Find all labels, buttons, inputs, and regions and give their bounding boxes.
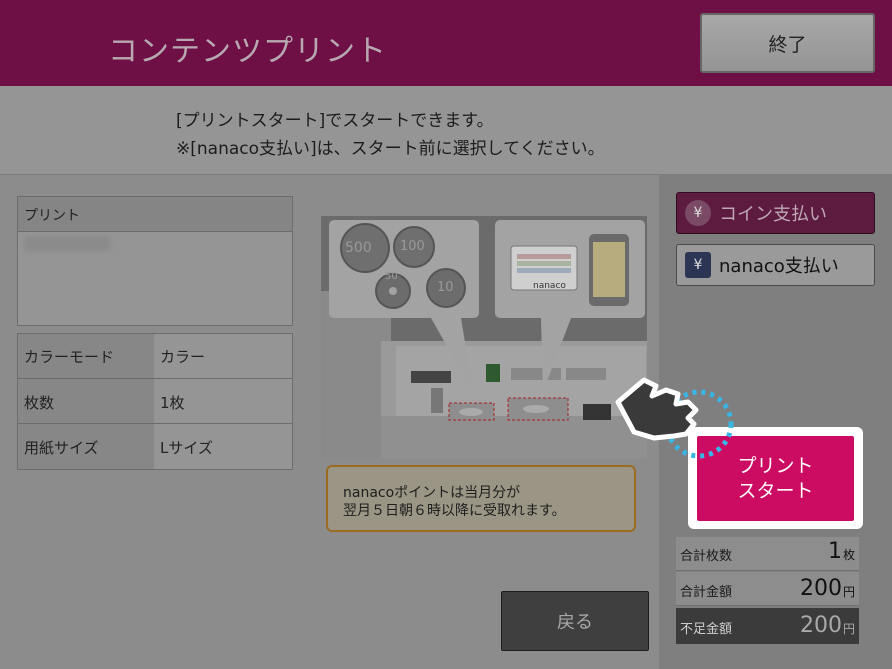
- yen-icon: ¥: [685, 200, 711, 226]
- coin-payment-label: コイン支払い: [719, 204, 827, 225]
- nanaco-payment-button[interactable]: ¥ nanaco支払い: [676, 244, 875, 286]
- coin-500-label: 500: [345, 240, 372, 256]
- coin-10-label: 10: [437, 280, 454, 295]
- end-button[interactable]: 終了: [700, 13, 875, 73]
- total-amount-value: 200: [800, 576, 842, 601]
- total-amount-unit: 円: [843, 585, 856, 599]
- shortage-amount-value: 200: [800, 613, 842, 638]
- paper-size-value: Lサイズ: [160, 439, 213, 457]
- print-list-item-blurred: [24, 236, 110, 251]
- instruction-line-2: ※[nanaco支払い]は、スタート前に選択してください。: [176, 139, 605, 159]
- coin-50-label: 50: [385, 271, 398, 282]
- table-divider: [18, 423, 292, 424]
- nanaco-payment-label: nanaco支払い: [719, 256, 839, 277]
- notice-line-2: 翌月５日朝６時以降に受取れます。: [343, 503, 566, 519]
- coin-100-label: 100: [400, 239, 425, 254]
- table-divider: [18, 378, 292, 379]
- back-button[interactable]: 戻る: [501, 591, 649, 651]
- paper-size-label: 用紙サイズ: [24, 439, 99, 457]
- yen-icon: ¥: [685, 252, 711, 278]
- pointing-hand-icon: [604, 372, 744, 477]
- total-amount-label: 合計金額: [680, 585, 733, 600]
- display-panel: [411, 371, 451, 383]
- print-list-label: プリント: [24, 208, 80, 224]
- shortage-amount-unit: 円: [843, 622, 856, 636]
- total-count-label: 合計枚数: [680, 549, 733, 564]
- color-mode-value: カラー: [160, 348, 206, 366]
- card-label: nanaco: [533, 281, 566, 291]
- color-mode-label: カラーモード: [24, 348, 115, 366]
- start-button-line-2: スタート: [737, 479, 814, 502]
- total-count-unit: 枚: [843, 548, 856, 562]
- coin-payment-button[interactable]: ¥ コイン支払い: [676, 192, 875, 234]
- shortage-amount-label: 不足金額: [680, 622, 733, 637]
- quantity-label: 枚数: [24, 394, 55, 412]
- quantity-value: 1枚: [160, 394, 185, 412]
- total-count-value: 1: [828, 539, 842, 564]
- page-title: コンテンツプリント: [108, 34, 387, 69]
- start-button-line-1: プリント: [737, 454, 814, 477]
- notice-line-1: nanacoポイントは当月分が: [343, 485, 521, 501]
- instruction-line-1: [プリントスタート]でスタートできます。: [176, 111, 494, 131]
